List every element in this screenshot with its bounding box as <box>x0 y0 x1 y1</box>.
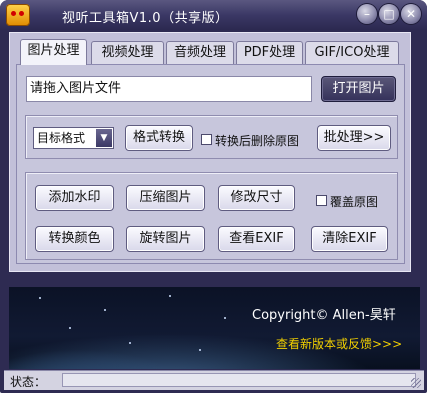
rotate-image-button[interactable]: 旋转图片 <box>126 226 205 252</box>
app-toolbox-icon <box>6 4 30 26</box>
status-bar: 状态： <box>4 370 424 390</box>
close-icon[interactable]: ✕ <box>401 4 421 24</box>
convert-color-button[interactable]: 转换颜色 <box>35 226 114 252</box>
image-file-input[interactable]: 请拖入图片文件 <box>26 76 312 102</box>
window-title: 视听工具箱V1.0（共享版） <box>62 11 229 26</box>
minimize-icon[interactable]: – <box>357 4 377 24</box>
tab-audio[interactable]: 音频处理 <box>166 41 234 64</box>
batch-process-button[interactable]: 批处理>> <box>317 125 391 151</box>
tab-image[interactable]: 图片处理 <box>20 39 87 65</box>
space-banner-image <box>9 287 420 369</box>
tab-video[interactable]: 视频处理 <box>91 41 164 64</box>
copyright-text: Copyright© Allen-昊轩 <box>252 308 396 323</box>
target-format-select[interactable]: 目标格式 ▼ <box>33 127 114 149</box>
target-format-value: 目标格式 <box>37 131 86 145</box>
status-label: 状态： <box>10 375 47 389</box>
title-bar[interactable]: 视听工具箱V1.0（共享版） – □ ✕ <box>0 0 427 30</box>
clear-exif-button[interactable]: 清除EXIF <box>311 226 388 252</box>
format-convert-button[interactable]: 格式转换 <box>125 125 193 151</box>
open-image-button[interactable]: 打开图片 <box>321 76 396 102</box>
maximize-icon[interactable]: □ <box>379 4 399 24</box>
app-window: 视听工具箱V1.0（共享版） – □ ✕ 图片处理 视频处理 音频处理 PDF处… <box>0 0 427 393</box>
tab-gif-ico[interactable]: GIF/ICO处理 <box>305 41 399 64</box>
delete-after-convert-checkbox[interactable] <box>201 134 212 145</box>
overwrite-original-checkbox[interactable] <box>316 195 327 206</box>
compress-image-button[interactable]: 压缩图片 <box>126 185 205 211</box>
view-exif-button[interactable]: 查看EXIF <box>218 226 295 252</box>
status-text <box>62 373 416 387</box>
check-update-feedback-link[interactable]: 查看新版本或反馈>>> <box>276 335 402 352</box>
chevron-down-icon[interactable]: ▼ <box>96 129 112 147</box>
resize-grip-icon[interactable] <box>411 378 421 388</box>
resize-image-button[interactable]: 修改尺寸 <box>218 185 295 211</box>
tab-pdf[interactable]: PDF处理 <box>236 41 303 64</box>
delete-after-convert-label: 转换后删除原图 <box>215 134 300 148</box>
overwrite-original-label: 覆盖原图 <box>330 195 379 209</box>
add-watermark-button[interactable]: 添加水印 <box>35 185 114 211</box>
